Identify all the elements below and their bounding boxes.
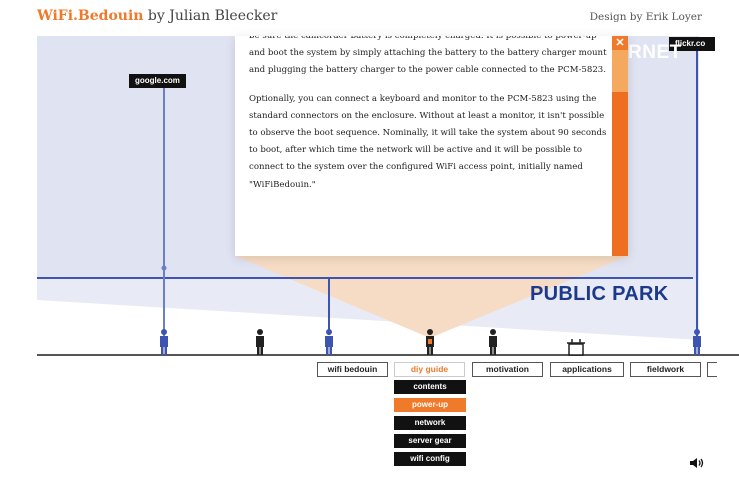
site-title[interactable]: WiFi.Bedouin by Julian Bleecker — [37, 8, 277, 24]
nav-fieldwork[interactable]: fieldwork — [630, 362, 701, 377]
person-blue-2[interactable] — [325, 329, 333, 355]
submenu-network[interactable]: network — [394, 416, 466, 430]
submenu-power-up[interactable]: power-up — [394, 398, 466, 412]
header: WiFi.Bedouin by Julian Bleecker Design b… — [0, 0, 739, 36]
diy-guide-submenu: contents power-up network server gear wi… — [394, 380, 466, 470]
google-tag[interactable]: google.com — [129, 74, 186, 88]
close-icon[interactable]: ✕ — [612, 36, 628, 50]
nav-applications[interactable]: applications — [550, 362, 624, 377]
nav-more[interactable] — [707, 362, 717, 377]
public-park-label: PUBLIC PARK — [530, 283, 669, 305]
person-black-1[interactable] — [256, 329, 264, 355]
submenu-contents[interactable]: contents — [394, 380, 466, 394]
bench-icon — [567, 339, 585, 356]
info-popup: be sure the camcorder battery is complet… — [235, 36, 628, 256]
popup-paragraph: be sure the camcorder battery is complet… — [249, 36, 607, 76]
submenu-wifi-config[interactable]: wifi config — [394, 452, 466, 466]
popup-paragraph: Optionally, you can connect a keyboard a… — [249, 93, 607, 190]
internet-zone-label: RNET — [628, 42, 682, 63]
author-byline: by Julian Bleecker — [143, 8, 278, 24]
nav-diy-guide[interactable]: diy guide — [394, 362, 465, 377]
person-blue-3[interactable] — [693, 329, 701, 355]
popup-content: be sure the camcorder battery is complet… — [249, 36, 609, 252]
popup-scrollbar[interactable] — [612, 50, 628, 256]
person-black-2[interactable] — [489, 329, 497, 355]
submenu-server-gear[interactable]: server gear — [394, 434, 466, 448]
person-selected[interactable] — [426, 329, 434, 355]
popup-scroll-thumb[interactable] — [612, 92, 628, 256]
design-credit[interactable]: Design by Erik Loyer — [590, 11, 702, 23]
brand-name: WiFi.Bedouin — [37, 8, 144, 24]
person-blue-1[interactable] — [160, 329, 168, 355]
nav-wifi-bedouin[interactable]: wifi bedouin — [317, 362, 388, 377]
speaker-icon[interactable] — [689, 457, 705, 469]
google-link-node — [161, 265, 167, 271]
nav-motivation[interactable]: motivation — [472, 362, 543, 377]
